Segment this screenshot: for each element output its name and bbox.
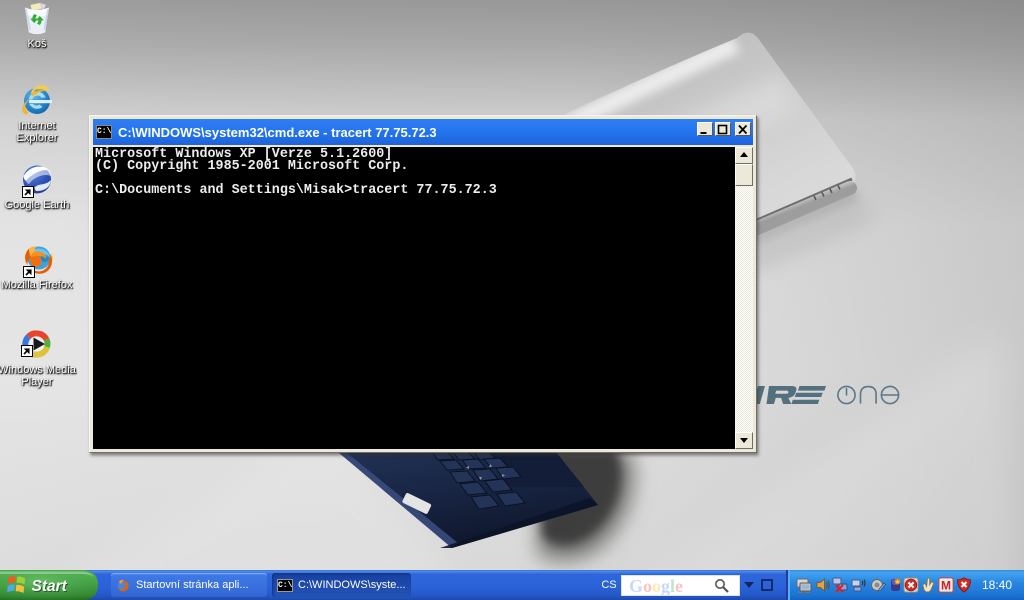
svg-text:▴: ▴ xyxy=(489,463,492,469)
svg-text:M: M xyxy=(941,579,951,593)
svg-text:▸: ▸ xyxy=(502,473,505,479)
svg-text:Start: Start xyxy=(32,578,68,595)
svg-text:◂: ◂ xyxy=(466,465,469,471)
svg-text:Google: Google xyxy=(629,576,683,595)
svg-text:▾: ▾ xyxy=(479,476,482,482)
